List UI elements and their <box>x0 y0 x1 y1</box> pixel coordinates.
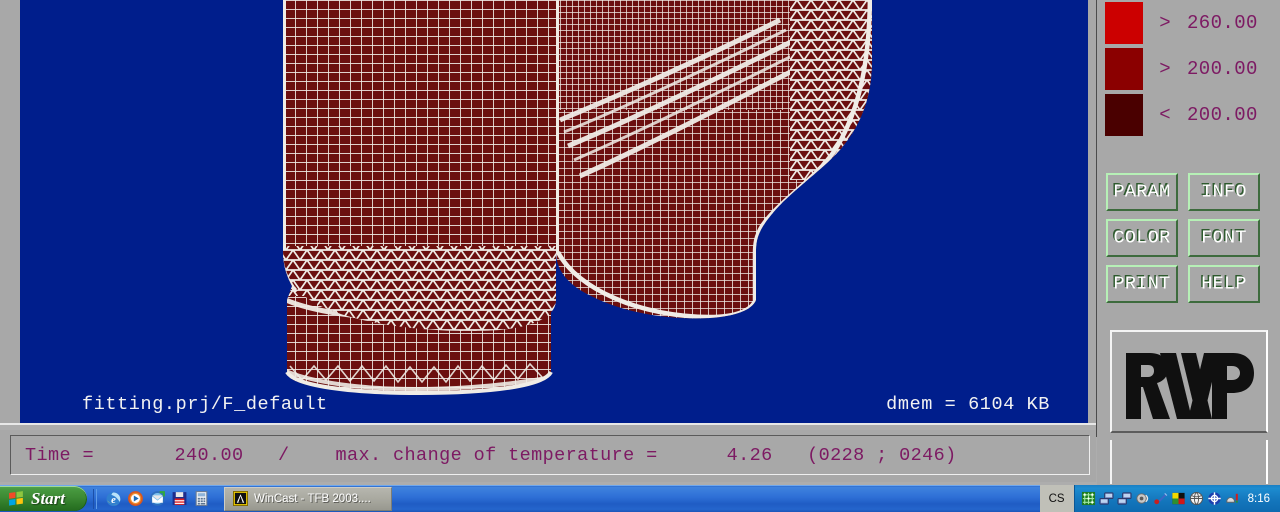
viewport-right-edge <box>1088 0 1096 425</box>
legend-value: 260.00 <box>1187 12 1258 34</box>
legend-color-swatch <box>1105 2 1143 44</box>
color-button[interactable]: COLOR <box>1106 219 1178 257</box>
statusbar: Time = 240.00 / max. change of temperatu… <box>10 435 1090 475</box>
print-button-label: PRINT <box>1113 273 1171 295</box>
legend-operator: > <box>1159 58 1171 80</box>
viewport-bottom-edge <box>0 423 1096 425</box>
taskbar-button-wincast[interactable]: WinCast - TFB 2003.... <box>224 486 393 511</box>
color-palette-icon[interactable] <box>1171 491 1186 506</box>
media-player-icon[interactable] <box>127 490 144 507</box>
windows-taskbar: Start e WinCast - TFB 2003.... CS 8:16 <box>0 485 1280 512</box>
color-button-label: COLOR <box>1113 227 1171 249</box>
rwp-logo-icon <box>1126 353 1254 419</box>
system-tray: CS 8:16 <box>1039 485 1280 512</box>
network-activity-icon[interactable] <box>1081 491 1096 506</box>
logo-container <box>1110 330 1268 433</box>
wincast-application-window: fitting.prj/F_default dmem = 6104 KB Tim… <box>0 0 1280 512</box>
temperature-legend: > 260.00 > 200.00 < 200.00 <box>1105 0 1277 138</box>
notepad-icon[interactable] <box>193 490 210 507</box>
taskbar-clock[interactable]: 8:16 <box>1248 493 1273 505</box>
legend-row: > 200.00 <box>1105 46 1277 92</box>
network-connection-2-icon[interactable] <box>1117 491 1132 506</box>
control-panel: > 260.00 > 200.00 < 200.00 PARAM INFO CO… <box>1097 0 1280 485</box>
printer-monitor-icon[interactable] <box>1225 491 1240 506</box>
quick-launch-bar: e <box>101 490 214 507</box>
legend-operator: > <box>1159 12 1171 34</box>
project-label: fitting.prj/F_default <box>82 394 328 415</box>
3d-model-viewport[interactable]: fitting.prj/F_default dmem = 6104 KB <box>20 0 1098 423</box>
wincast-app-icon <box>233 491 249 506</box>
viewport-frame: fitting.prj/F_default dmem = 6104 KB <box>0 0 1098 425</box>
legend-value: 200.00 <box>1187 104 1258 126</box>
language-indicator[interactable]: CS <box>1039 485 1074 512</box>
pen-tool-icon[interactable] <box>1153 491 1168 506</box>
windows-flag-icon <box>9 491 23 506</box>
legend-row: < 200.00 <box>1105 92 1277 138</box>
taskbar-separator <box>93 488 98 509</box>
legend-value: 200.00 <box>1187 58 1258 80</box>
shield-globe-icon[interactable] <box>1207 491 1222 506</box>
info-button[interactable]: INFO <box>1188 173 1260 211</box>
panel-button-grid: PARAM INFO COLOR FONT PRINT HELP <box>1106 173 1272 303</box>
start-button-label: Start <box>31 488 66 508</box>
statusbar-text: Time = 240.00 / max. change of temperatu… <box>25 444 957 466</box>
info-button-label: INFO <box>1201 181 1247 203</box>
panel-empty-region <box>1110 440 1268 484</box>
svg-text:e: e <box>111 495 116 506</box>
font-button[interactable]: FONT <box>1188 219 1260 257</box>
outlook-express-icon[interactable] <box>149 490 166 507</box>
legend-row: > 260.00 <box>1105 0 1277 46</box>
help-button[interactable]: HELP <box>1188 265 1260 303</box>
taskbar-button-label: WinCast - TFB 2003.... <box>254 492 371 505</box>
volume-icon[interactable] <box>1135 491 1150 506</box>
internet-explorer-icon[interactable]: e <box>105 490 122 507</box>
network-connection-icon[interactable] <box>1099 491 1114 506</box>
help-button-label: HELP <box>1201 273 1247 295</box>
print-button[interactable]: PRINT <box>1106 265 1178 303</box>
finite-element-mesh-model[interactable] <box>20 0 1098 423</box>
legend-color-swatch <box>1105 94 1143 136</box>
memory-usage-label: dmem = 6104 KB <box>886 394 1050 415</box>
legend-operator: < <box>1159 104 1171 126</box>
tray-icon-area: 8:16 <box>1073 485 1280 512</box>
floppy-save-icon[interactable] <box>171 490 188 507</box>
task-button-area: WinCast - TFB 2003.... <box>224 486 1040 511</box>
param-button-label: PARAM <box>1113 181 1171 203</box>
globe-icon[interactable] <box>1189 491 1204 506</box>
param-button[interactable]: PARAM <box>1106 173 1178 211</box>
legend-color-swatch <box>1105 48 1143 90</box>
font-button-label: FONT <box>1201 227 1247 249</box>
start-button[interactable]: Start <box>0 486 88 511</box>
statusbar-container: Time = 240.00 / max. change of temperatu… <box>0 430 1096 482</box>
